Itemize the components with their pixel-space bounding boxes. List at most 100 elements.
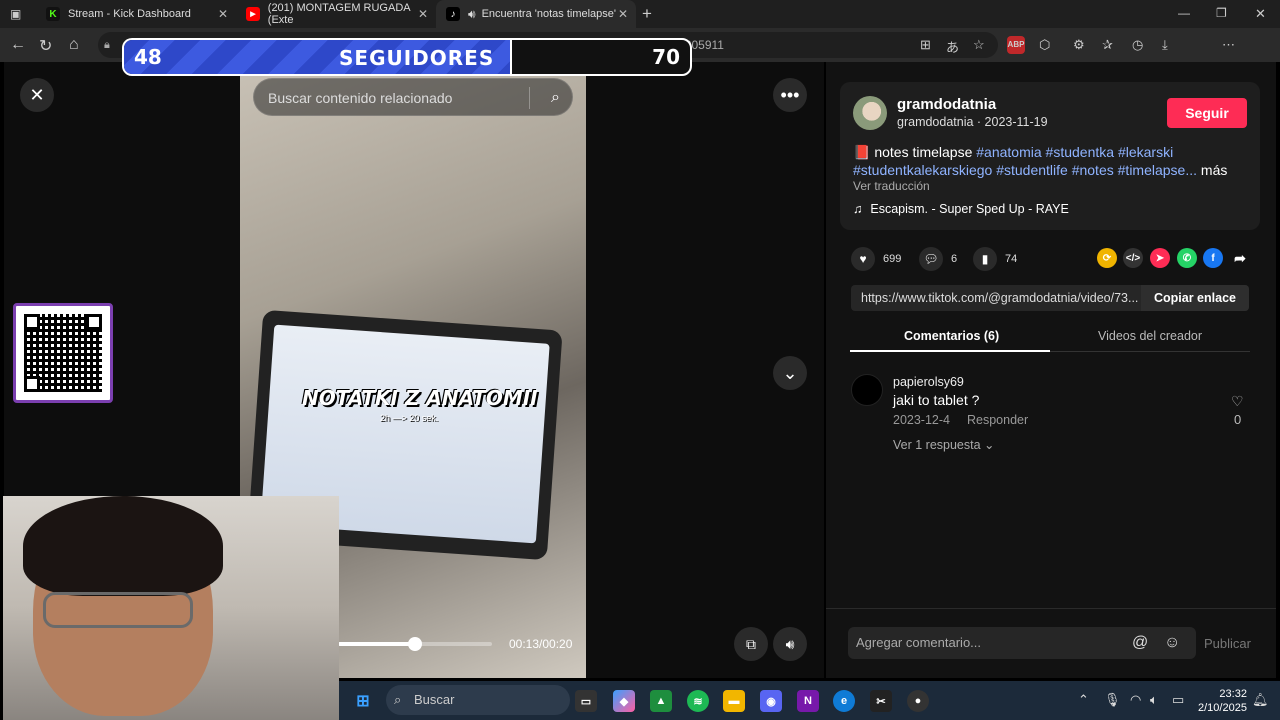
wifi-icon[interactable]: ◠: [1130, 692, 1141, 708]
spotify-icon[interactable]: ≋: [687, 690, 709, 712]
close-icon[interactable]: ✕: [218, 7, 228, 21]
file-explorer-icon[interactable]: ▬: [723, 690, 745, 712]
creator-username[interactable]: gramdodatnia: [897, 96, 996, 113]
task-view-icon[interactable]: ▭: [575, 690, 597, 712]
browser-tab-bar: ▣ K Stream - Kick Dashboard ✕ ▶ (201) MO…: [0, 0, 1280, 28]
commenter-avatar[interactable]: [851, 374, 883, 406]
more-options-button[interactable]: •••: [773, 78, 807, 112]
progress-knob[interactable]: [408, 637, 422, 651]
video-progress-bar[interactable]: [338, 637, 492, 651]
chevron-down-icon: ⌄: [984, 438, 995, 452]
edge-icon[interactable]: e: [833, 690, 855, 712]
translate-icon[interactable]: あ: [946, 37, 959, 56]
google-drive-icon[interactable]: ▲: [650, 690, 672, 712]
close-video-button[interactable]: ✕: [20, 78, 54, 112]
onenote-icon[interactable]: N: [797, 690, 819, 712]
tab-title: Stream - Kick Dashboard: [68, 8, 191, 20]
search-icon[interactable]: ⌕: [551, 79, 560, 117]
hashtag-link[interactable]: #studentkalekarskiego: [853, 162, 992, 178]
see-translation-link[interactable]: Ver traducción: [853, 179, 930, 193]
back-icon[interactable]: ←: [10, 36, 26, 54]
notifications-icon[interactable]: 🔔︎: [1252, 692, 1269, 708]
adblock-icon[interactable]: ABP: [1007, 36, 1025, 54]
hashtag-link[interactable]: #anatomia: [976, 144, 1041, 160]
description-text: 📕 notes timelapse: [853, 144, 977, 160]
discord-icon[interactable]: ◉: [760, 690, 782, 712]
favorite-star-icon[interactable]: ☆: [973, 37, 985, 53]
settings-sync-icon[interactable]: ⚙: [1073, 37, 1085, 53]
more-link[interactable]: más: [1201, 162, 1227, 178]
hashtag-link[interactable]: #studentlife: [996, 162, 1068, 178]
window-close-icon[interactable]: ✕: [1255, 6, 1266, 22]
tab-tiktok[interactable]: ♪ 🔊︎ Encuentra 'notas timelapse' ✕: [436, 0, 636, 28]
tiktok-icon: ♪: [446, 7, 460, 21]
split-view-icon[interactable]: ⊞: [920, 37, 931, 53]
video-overlay-title: NOTATKI Z ANATOMII: [302, 386, 538, 410]
reply-button[interactable]: Responder: [967, 413, 1028, 427]
obs-icon[interactable]: ●: [907, 690, 929, 712]
share-link-text[interactable]: https://www.tiktok.com/@gramdodatnia/vid…: [861, 291, 1141, 305]
minimize-icon[interactable]: —: [1178, 6, 1190, 20]
tab-comments[interactable]: Comentarios (6): [904, 329, 999, 343]
comment-like-icon[interactable]: ♡: [1231, 393, 1244, 410]
tray-expand-icon[interactable]: ⌃: [1078, 692, 1089, 708]
close-icon[interactable]: ✕: [618, 7, 628, 21]
tab-actions-icon[interactable]: ▣: [10, 7, 21, 21]
hashtag-link[interactable]: #notes: [1072, 162, 1114, 178]
favorites-icon[interactable]: ✰: [1102, 37, 1113, 53]
windows-start-icon[interactable]: ⊞: [352, 690, 374, 712]
close-icon[interactable]: ✕: [418, 7, 428, 21]
creator-handle-date: gramdodatnia · 2023-11-19: [897, 115, 1048, 129]
follow-button[interactable]: Seguir: [1167, 98, 1247, 128]
history-icon[interactable]: ◷: [1132, 37, 1143, 53]
add-comment-input[interactable]: Agregar comentario... @ ☺: [848, 627, 1196, 659]
comment-like-count: 0: [1234, 412, 1242, 427]
view-replies-link[interactable]: Ver 1 respuesta ⌄: [893, 437, 995, 452]
creator-avatar[interactable]: [853, 96, 887, 130]
like-action[interactable]: ♥ 699: [851, 247, 901, 271]
extensions-icon[interactable]: ⬡: [1039, 37, 1050, 53]
restore-icon[interactable]: ❐: [1216, 6, 1227, 20]
share-arrow-icon[interactable]: ➦: [1230, 248, 1250, 268]
taskbar-search[interactable]: ⌕ Buscar: [386, 685, 570, 715]
speaker-icon[interactable]: 🔈︎: [1150, 692, 1158, 708]
more-horizontal-icon: •••: [780, 84, 800, 105]
hashtag-link[interactable]: #timelapse...: [1118, 162, 1197, 178]
save-action[interactable]: ▮ 74: [973, 247, 1017, 271]
tab-title: Encuentra 'notas timelapse': [481, 8, 617, 20]
floating-player-button[interactable]: ⧉: [734, 627, 768, 661]
mention-icon[interactable]: @: [1132, 627, 1148, 659]
publish-button[interactable]: Publicar: [1204, 636, 1251, 651]
comment-action[interactable]: 💬︎ 6: [919, 247, 957, 271]
video-overlay-subtitle: 2h —> 20 sek.: [380, 413, 439, 423]
tab-youtube[interactable]: ▶ (201) MONTAGEM RUGADA (Exte ✕: [236, 0, 436, 28]
copilot-app-icon[interactable]: ◆: [613, 690, 635, 712]
hashtag-link[interactable]: #lekarski: [1118, 144, 1173, 160]
capcut-icon[interactable]: ✂: [870, 690, 892, 712]
repost-icon[interactable]: ⟳: [1097, 248, 1117, 268]
refresh-icon[interactable]: ↻: [39, 36, 52, 56]
related-search-input[interactable]: Buscar contenido relacionado ⌕: [253, 78, 573, 116]
music-track[interactable]: ♫ Escapism. - Super Sped Up - RAYE: [853, 202, 1069, 216]
whatsapp-icon[interactable]: ✆: [1177, 248, 1197, 268]
more-menu-icon[interactable]: ⋯: [1222, 37, 1235, 53]
tab-kick-dashboard[interactable]: K Stream - Kick Dashboard ✕: [36, 0, 236, 28]
speaker-icon[interactable]: 🔊︎: [468, 7, 476, 22]
copy-link-button[interactable]: Copiar enlace: [1141, 285, 1249, 311]
hashtag-link[interactable]: #studentka: [1046, 144, 1115, 160]
volume-button[interactable]: 🔊︎: [773, 627, 807, 661]
send-icon[interactable]: ➤: [1150, 248, 1170, 268]
battery-icon[interactable]: ▭: [1172, 692, 1184, 708]
download-icon[interactable]: ⤓: [1162, 37, 1168, 53]
new-tab-icon[interactable]: +: [642, 4, 652, 24]
tab-creator-videos[interactable]: Videos del creador: [1098, 329, 1202, 343]
emoji-icon[interactable]: ☺: [1164, 627, 1180, 659]
microphone-icon[interactable]: 🎙︎: [1104, 692, 1121, 708]
next-video-button[interactable]: ⌄: [773, 356, 807, 390]
taskbar-clock[interactable]: 23:32 2/10/2025: [1198, 687, 1247, 715]
commenter-username[interactable]: papierolsy69: [893, 375, 964, 389]
home-icon[interactable]: ⌂: [69, 36, 79, 54]
comment-icon: 💬︎: [919, 247, 943, 271]
embed-icon[interactable]: </>: [1123, 248, 1143, 268]
facebook-icon[interactable]: f: [1203, 248, 1223, 268]
